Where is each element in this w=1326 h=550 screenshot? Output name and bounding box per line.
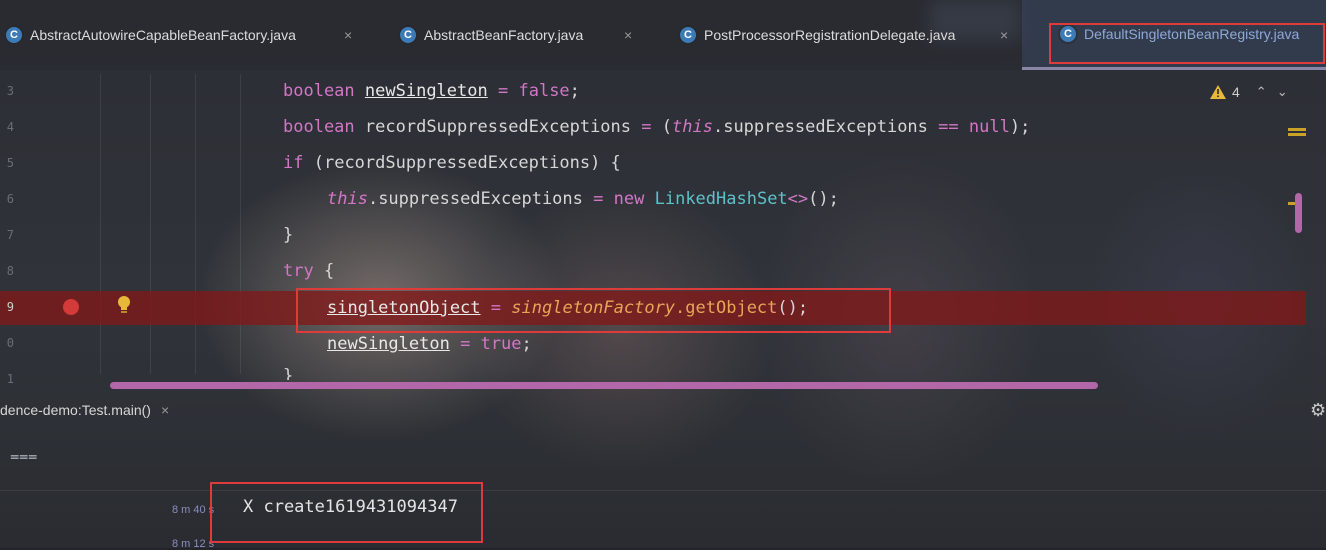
keyword: new [613,189,645,209]
line-number: 9 [6,300,14,314]
code-line: try { [283,253,334,289]
inspection-widget[interactable]: 4 ⌃ ⌄ [1210,80,1288,104]
active-tab-highlight [1049,23,1325,64]
tab-abstract-autowire[interactable]: C AbstractAutowireCapableBeanFactory.jav… [6,0,362,70]
code-line: boolean recordSuppressedExceptions = (th… [283,109,1030,145]
console-timestamp: 8 m 12 s [172,538,215,550]
class-icon: C [400,27,416,43]
literal: true [480,334,522,354]
code-text: { [323,261,335,281]
line-number: 4 [6,120,14,134]
warning-icon [1210,85,1226,99]
warning-count: 4 [1232,84,1240,100]
code-line: } [283,358,293,380]
operator: == [938,117,959,137]
breakpoint-icon[interactable] [63,299,79,315]
warning-marker[interactable] [1288,133,1306,136]
warning-marker[interactable] [1288,128,1306,131]
vertical-scrollbar[interactable] [1295,193,1302,233]
code-line: this.suppressedExceptions = new LinkedHa… [327,181,839,217]
gutter-divider [195,74,196,374]
run-config-tab[interactable]: dence-demo:Test.main() × [0,396,169,424]
operator: = [593,189,604,209]
console-divider [0,490,1326,491]
close-tab-icon[interactable]: × [1000,27,1008,43]
code-line: if (recordSuppressedExceptions) { [283,145,621,181]
punctuation: ; [521,334,532,354]
console-timestamp: 8 m 40 s [172,504,215,516]
line-number: 3 [6,84,14,98]
keyword: boolean [283,81,355,101]
next-warning-icon[interactable]: ⌄ [1277,84,1288,100]
punctuation: (); [808,189,839,209]
tab-label: AbstractBeanFactory.java [424,27,584,43]
variable: newSingleton [364,81,488,101]
class-icon: C [680,27,696,43]
line-number: 6 [6,192,14,206]
line-number: 7 [6,228,14,242]
literal: null [968,117,1010,137]
previous-warning-icon[interactable]: ⌃ [1256,84,1267,100]
identifier: recordSuppressedExceptions [364,117,632,137]
close-tab-icon[interactable]: × [344,27,352,43]
field: .suppressedExceptions [367,189,583,209]
line-number: 1 [6,372,14,386]
tab-label: AbstractAutowireCapableBeanFactory.java [30,27,296,43]
tab-label: PostProcessorRegistrationDelegate.java [704,27,956,43]
code-text: (recordSuppressedExceptions) { [313,153,621,173]
keyword: try [283,261,314,281]
gutter-divider [240,74,241,374]
this-keyword: this [672,117,713,137]
code-text: } [283,366,294,380]
this-keyword: this [327,189,368,209]
gear-icon[interactable]: ⚙ [1310,400,1326,421]
punctuation: ); [1009,117,1031,137]
operator: = [641,117,652,137]
punctuation: ( [661,117,673,137]
console-highlight-box [210,482,483,543]
line-number: 8 [6,264,14,278]
class-name: LinkedHashSet [654,189,788,209]
soft-wrap-icon[interactable]: ⩶ [10,448,37,466]
close-run-tab-icon[interactable]: × [161,402,169,418]
run-config-label: dence-demo:Test.main() [0,402,151,418]
keyword: if [283,153,304,173]
line-number: 5 [6,156,14,170]
keyword: boolean [283,117,355,137]
tab-abstract-bean-factory[interactable]: C AbstractBeanFactory.java × [400,0,640,70]
lightbulb-icon[interactable] [116,295,132,315]
code-highlight-box [296,288,891,333]
diamond: <> [787,189,809,209]
code-line: } [283,217,293,253]
tab-post-processor-registration[interactable]: C PostProcessorRegistrationDelegate.java… [680,0,1016,70]
horizontal-scrollbar[interactable] [110,382,1098,389]
gutter-divider [100,74,101,374]
operator: = [460,334,471,354]
code-line: boolean newSingleton = false; [283,73,580,109]
class-icon: C [6,27,22,43]
background-wallpaper [0,0,1326,548]
code-text: } [283,225,294,245]
operator: = [497,81,509,101]
field: .suppressedExceptions [712,117,928,137]
close-tab-icon[interactable]: × [624,27,632,43]
gutter-divider [150,74,151,374]
line-number: 0 [6,336,14,350]
variable: newSingleton [327,334,450,354]
literal: false [518,81,570,101]
punctuation: ; [569,81,580,101]
